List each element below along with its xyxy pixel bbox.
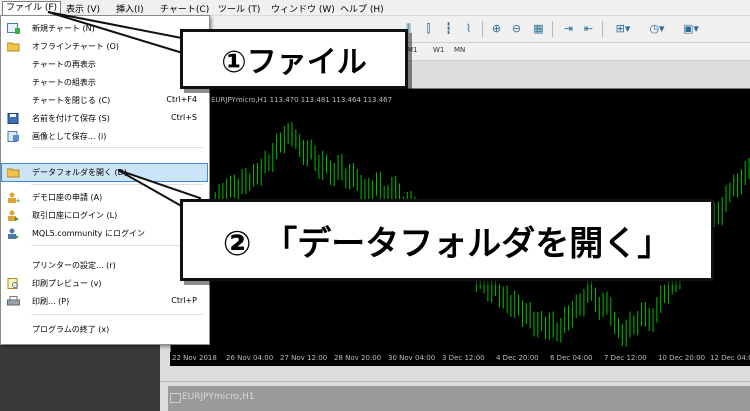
menu-item-label: プリンターの設定... (r) [32, 261, 116, 270]
menu-item-label: チャートの再表示 [32, 60, 96, 69]
menu-item-label: 取引口座にログイン (L) [32, 211, 118, 220]
second-chart-title: EURJPYmicro,H1 [182, 392, 255, 402]
callout-file: ①ファイル [180, 29, 408, 89]
toolbar-separator [482, 21, 483, 37]
save-icon [7, 113, 19, 124]
menu-item-shortcut: Ctrl+P [171, 296, 197, 305]
time-tick: 12 Dec 04:00 [710, 354, 750, 362]
menu-separator [31, 147, 203, 148]
menu-item-open-data-folder[interactable]: データフォルダを開く (D) [1, 163, 208, 182]
svg-text:+: + [15, 197, 20, 203]
toolbar-separator [602, 21, 603, 37]
save-image-icon [7, 131, 19, 142]
menu-item-label: チャートの組表示 [32, 78, 96, 87]
menu-item-shortcut: Ctrl+F4 [166, 95, 197, 104]
menu-separator [31, 314, 203, 315]
open-folder-icon [7, 42, 20, 52]
menu-item-label: MQL5.community にログイン [32, 229, 145, 238]
candlestick-icon[interactable]: ⫿ [420, 20, 437, 37]
menu-item-label: データフォルダを開く (D) [32, 168, 127, 177]
second-chart-window: EURJPYmicro,H1 [160, 381, 750, 411]
menu-view[interactable]: 表示 (V) [66, 2, 100, 15]
zoom-out-icon[interactable]: ⊖ [508, 20, 525, 37]
menu-file[interactable]: ファイル (F) [2, 1, 62, 15]
menu-tools[interactable]: ツール (T) [218, 2, 260, 15]
toolbar-separator [552, 21, 553, 37]
zoom-in-icon[interactable]: ⊕ [488, 20, 505, 37]
menu-item-label: 新規チャート (N) [32, 24, 95, 33]
menu-item-demo-account[interactable]: + デモ口座の申請 (A) [2, 189, 207, 206]
menu-item-print[interactable]: 印刷... (P) Ctrl+P [2, 293, 207, 310]
print-preview-icon [7, 278, 18, 289]
time-tick: 28 Nov 20:00 [334, 354, 382, 362]
menu-help[interactable]: ヘルプ (H) [340, 2, 384, 15]
timeframe-w1[interactable]: W1 [433, 46, 444, 54]
chart-window-icon [170, 393, 181, 403]
candle-chart-icon[interactable]: ┇ [440, 20, 457, 37]
menu-item-save-as[interactable]: 名前を付けて保存 (S) Ctrl+S [2, 110, 207, 127]
menu-item-label: プログラムの終了 (x) [32, 325, 110, 334]
menu-item-offline-chart[interactable]: オフラインチャート (O) [2, 38, 207, 55]
second-chart-titlebar[interactable]: EURJPYmicro,H1 [168, 386, 750, 411]
time-tick: 10 Dec 20:00 [658, 354, 706, 362]
indicators-icon[interactable]: ⊞▾ [610, 20, 636, 37]
time-tick: 22 Nov 2018 [172, 354, 217, 362]
menu-separator [31, 245, 203, 246]
menu-item-chart-set[interactable]: チャートの組表示 [2, 74, 207, 91]
time-tick: 26 Nov 04:00 [226, 354, 274, 362]
chart-shift-icon[interactable]: ⇤ [580, 20, 597, 37]
menu-item-label: デモ口座の申請 (A) [32, 193, 103, 202]
file-menu-dropdown: 新規チャート (N) オフラインチャート (O) チャートの再表示 チャートの組… [0, 15, 210, 345]
timeframe-m1[interactable]: M1 [407, 46, 418, 54]
menu-item-label: 印刷... (P) [32, 297, 70, 306]
time-tick: 6 Dec 04:00 [550, 354, 593, 362]
callout-open-data-folder: ② 「データフォルダを開く」 [180, 199, 714, 281]
menu-chart[interactable]: チャート(C) [160, 2, 209, 15]
menu-item-label: オフラインチャート (O) [32, 42, 120, 51]
menu-item-close-chart[interactable]: チャートを閉じる (C) Ctrl+F4 [2, 92, 207, 109]
menu-window[interactable]: ウィンドウ (W) [271, 2, 335, 15]
demo-account-icon: + [8, 192, 20, 203]
periods-icon[interactable]: ◷▾ [644, 20, 670, 37]
menu-item-label: チャートを閉じる (C) [32, 96, 111, 105]
menu-item-label: 画像として保存... (i) [32, 132, 107, 141]
templates-icon[interactable]: ▣▾ [678, 20, 704, 37]
printer-icon [7, 296, 20, 306]
data-folder-icon [7, 168, 20, 178]
time-axis: 22 Nov 2018 26 Nov 04:00 27 Nov 12:00 28… [170, 352, 750, 366]
menu-item-new-chart[interactable]: 新規チャート (N) [2, 20, 207, 37]
time-tick: 3 Dec 12:00 [442, 354, 485, 362]
chart-symbol-label: EURJPYmicro,H1 113.470 113.481 113.464 1… [211, 96, 393, 104]
menu-item-login-mql5[interactable]: MQL5.community にログイン [2, 225, 207, 242]
mql5-icon [8, 228, 19, 239]
menu-item-label: 名前を付けて保存 (S) [32, 114, 110, 123]
menu-item-printer-setup[interactable]: プリンターの設定... (r) [2, 257, 207, 274]
line-chart-icon[interactable]: ⌇ [460, 20, 477, 37]
menu-separator [31, 184, 203, 185]
menu-item-shortcut: Ctrl+S [170, 113, 197, 122]
tile-windows-icon[interactable]: ▦ [530, 20, 547, 37]
time-tick: 7 Dec 12:00 [604, 354, 647, 362]
menu-item-exit[interactable]: プログラムの終了 (x) [2, 321, 207, 338]
auto-scroll-icon[interactable]: ⇥ [560, 20, 577, 37]
menu-item-label: 印刷プレビュー (v) [32, 279, 102, 288]
timeframe-mn[interactable]: MN [454, 46, 465, 54]
menu-item-print-preview[interactable]: 印刷プレビュー (v) [2, 275, 207, 292]
time-tick: 27 Nov 12:00 [280, 354, 328, 362]
menu-item-login-trade[interactable]: 取引口座にログイン (L) [2, 207, 207, 224]
menu-item-refresh-chart[interactable]: チャートの再表示 [2, 56, 207, 73]
menu-insert[interactable]: 挿入(I) [116, 2, 144, 15]
menu-item-save-image[interactable]: 画像として保存... (i) [2, 128, 207, 145]
menu-bar: ファイル (F) 表示 (V) 挿入(I) チャート(C) ツール (T) ウィ… [0, 0, 750, 16]
new-chart-icon [7, 23, 20, 34]
login-icon [8, 210, 19, 221]
time-tick: 4 Dec 20:00 [496, 354, 539, 362]
time-tick: 30 Nov 04:00 [388, 354, 436, 362]
